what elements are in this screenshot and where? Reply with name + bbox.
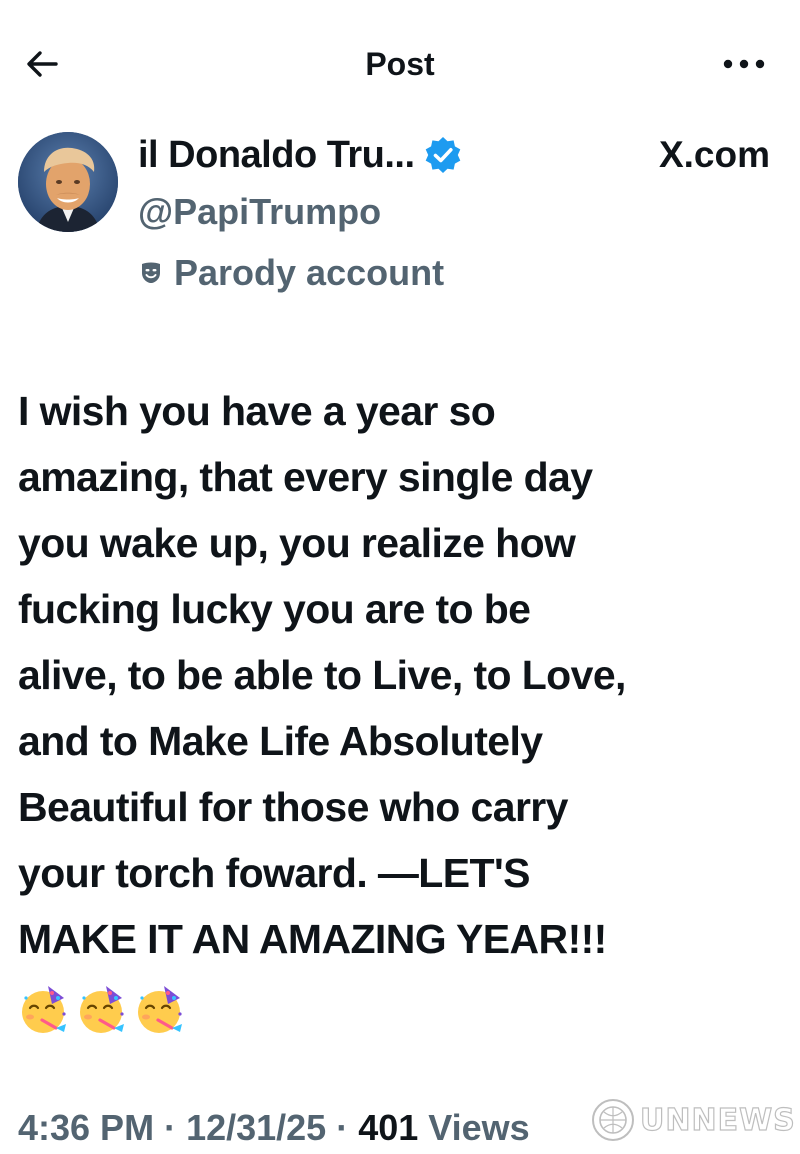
avatar[interactable]: [18, 132, 118, 232]
watermark-text: UNNEWS: [639, 1102, 796, 1138]
views-count: 401: [358, 1107, 419, 1148]
un-emblem-icon: [592, 1099, 634, 1141]
watermark: UNNEWS: [590, 1092, 796, 1148]
post-meta: 4:36 PM · 12/31/25 · 401 Views: [18, 1102, 530, 1154]
views-label: Views: [428, 1107, 530, 1148]
post-emojis: [18, 984, 186, 1040]
partying-face-icon: [138, 986, 182, 1033]
partying-face-icon: [80, 986, 124, 1033]
partying-face-icon: [22, 986, 66, 1033]
author-handle[interactable]: @PapiTrumpo: [138, 186, 381, 238]
source-label: X.com: [658, 134, 770, 175]
account-label: Parody account: [174, 252, 445, 293]
page-title: Post: [365, 46, 435, 82]
post-date[interactable]: 12/31/25: [186, 1107, 326, 1149]
post-time[interactable]: 4:36 PM: [18, 1107, 154, 1149]
meta-separator: ·: [336, 1107, 349, 1148]
account-label-row: Parody account: [138, 246, 444, 300]
more-options-button[interactable]: [716, 44, 772, 84]
meta-separator: ·: [164, 1107, 177, 1148]
author-display-name[interactable]: il Donaldo Tru...: [138, 134, 415, 177]
author-name-row: il Donaldo Tru...: [138, 128, 463, 182]
post-text: I wish you have a year so amazing, that …: [18, 388, 626, 962]
verified-badge-icon: [425, 137, 460, 173]
profile-photo: [18, 132, 118, 232]
ellipsis-icon: [723, 59, 765, 69]
theater-mask-icon: [142, 262, 160, 283]
top-bar: Post: [0, 0, 800, 120]
